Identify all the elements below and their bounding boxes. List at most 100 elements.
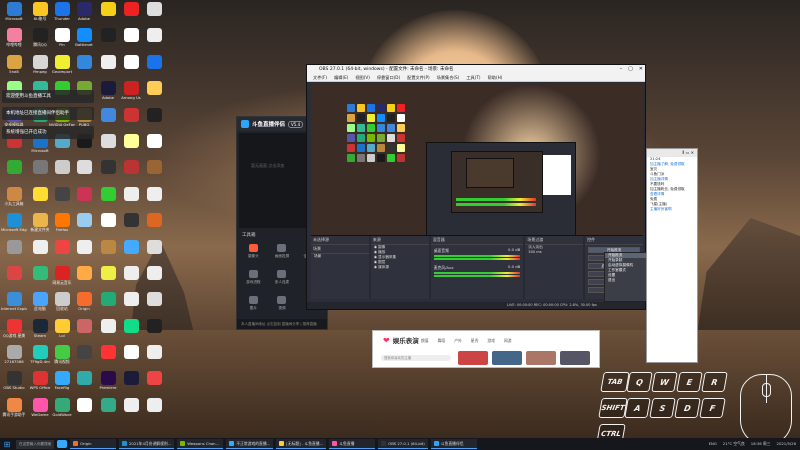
desktop-icon[interactable] [2, 265, 26, 291]
taskbar-app[interactable]: 2021年4月份讲解规则... [119, 439, 175, 449]
desktop-icon[interactable] [50, 160, 74, 185]
minimize-icon[interactable]: – [620, 65, 623, 74]
scene-item[interactable]: 场景 [311, 254, 369, 259]
desktop-icon[interactable] [119, 28, 143, 53]
close-icon[interactable]: ✕ [639, 65, 643, 74]
taskbar-app[interactable]: Weapons Chan... [177, 439, 224, 449]
taskbar-app[interactable]: Origin [70, 439, 116, 449]
taskbar-app[interactable]: 不正常游戏的直播... [226, 439, 274, 449]
desktop-icon[interactable] [72, 54, 96, 80]
menu-item[interactable]: 编辑(E) [334, 74, 348, 81]
desktop-icon[interactable] [72, 345, 96, 370]
notification-toast[interactable]: 本机地址已连接直播间伴侣助手 [2, 107, 94, 120]
desktop-icon[interactable] [142, 292, 166, 317]
desktop-icon[interactable]: 6U账号 [28, 2, 52, 27]
notification-toast[interactable]: 系统增强已开启成功 [2, 126, 94, 139]
desktop-icon[interactable] [142, 239, 166, 265]
menu-item[interactable]: 文件(F) [313, 74, 327, 81]
browser-window[interactable]: ❤ 娱乐表演 颜值 舞蹈 户外 星秀 游戏 网游 搜索你喜欢的主播 [372, 330, 600, 368]
eye-icon[interactable]: ◉ [374, 250, 377, 254]
desktop-icon[interactable]: Origin [72, 292, 96, 317]
stream-thumbnail[interactable] [560, 351, 590, 365]
desktop-icon[interactable]: 哔哩哔哩 [2, 28, 26, 53]
eye-icon[interactable]: ◉ [374, 265, 377, 269]
desktop-icon[interactable]: 此电脑 [28, 292, 52, 317]
desktop-icon[interactable] [142, 81, 166, 106]
desktop-icon[interactable] [119, 292, 143, 317]
desktop-icon[interactable] [72, 265, 96, 291]
desktop-icon[interactable] [96, 28, 120, 53]
tool-button[interactable]: 视频 [270, 296, 295, 318]
desktop-icon[interactable]: Steam [28, 318, 52, 344]
site-search-input[interactable]: 搜索你喜欢的主播 [381, 355, 451, 361]
desktop-icon[interactable] [2, 239, 26, 265]
desktop-icon[interactable]: 27167586 [2, 345, 26, 370]
desktop-icon[interactable]: Pin [50, 28, 74, 53]
menu-item[interactable]: 配置文件(P) [407, 74, 430, 81]
desktop-icon[interactable] [96, 186, 120, 212]
desktop-icon[interactable]: 小丸工具箱 [2, 186, 26, 212]
menu-item[interactable]: 场景集合(S) [437, 74, 460, 81]
desktop-icon[interactable] [142, 186, 166, 212]
desktop-icon[interactable] [142, 160, 166, 185]
desktop-icon[interactable] [72, 213, 96, 238]
desktop-icon[interactable] [142, 107, 166, 133]
taskbar-app[interactable]: [无标题] - 斗鱼直播... [276, 439, 327, 449]
obs-titlebar[interactable]: OBS 27.0.1 (64-bit, windows) - 配置文件: 未命名… [307, 65, 645, 74]
desktop-icon[interactable] [119, 397, 143, 423]
desktop-icon[interactable] [72, 186, 96, 212]
stream-thumbnail[interactable] [458, 351, 488, 365]
tool-button[interactable]: 摄像头 [241, 244, 266, 266]
desktop-icon[interactable] [72, 160, 96, 185]
desktop-icon[interactable]: Premiere [96, 371, 120, 396]
menu-item[interactable]: 帮助(H) [488, 74, 503, 81]
tray-item[interactable]: 18:36 周三 [751, 441, 771, 447]
desktop-icon[interactable] [72, 371, 96, 396]
desktop-icon[interactable] [142, 397, 166, 423]
site-nav-link[interactable]: 舞蹈 [438, 338, 446, 344]
desktop-icon[interactable] [142, 28, 166, 53]
site-nav-link[interactable]: 网游 [504, 338, 512, 344]
desktop-icon[interactable]: Geoimport [50, 54, 74, 80]
desktop-icon[interactable]: 腾讯QQ [28, 28, 52, 53]
desktop-icon[interactable] [142, 133, 166, 159]
stream-thumbnail[interactable] [526, 351, 556, 365]
desktop-icon[interactable] [96, 318, 120, 344]
desktop-icon[interactable] [28, 186, 52, 212]
live-client-footer[interactable]: 本人直播间地址 点击复制 直播间分享 | 推荐直播 [237, 319, 327, 329]
notification-toast[interactable]: 欢迎使用斗鱼直播工具 [2, 90, 94, 103]
chat-titlebar[interactable]: Ⅱ ▭ ✕ [647, 149, 697, 157]
desktop-icon[interactable] [96, 133, 120, 159]
desktop-icon[interactable]: Thunder [50, 2, 74, 27]
tool-button[interactable]: 图片 [241, 296, 266, 318]
desktop-icon[interactable]: WeGame [28, 397, 52, 423]
desktop-icon[interactable] [142, 265, 166, 291]
eye-icon[interactable]: ◉ [374, 255, 377, 259]
desktop-icon[interactable] [2, 160, 26, 185]
desktop-icon[interactable] [119, 371, 143, 396]
desktop-icon[interactable]: FaceRig [50, 371, 74, 396]
desktop-icon[interactable] [96, 239, 120, 265]
eye-icon[interactable]: ◉ [374, 260, 377, 264]
mixer-row[interactable]: 桌面音频 0.0 dB [431, 245, 524, 262]
desktop-icon[interactable] [96, 397, 120, 423]
desktop-icon[interactable] [142, 318, 166, 344]
desktop-icon[interactable]: Microsoft [2, 2, 26, 27]
desktop-icon[interactable] [28, 265, 52, 291]
taskbar-app[interactable]: OBS 27.0.1 (64-bit) [378, 439, 428, 449]
desktop-icon[interactable] [96, 160, 120, 185]
windows-start-icon[interactable]: ⊞ [0, 438, 14, 450]
desktop-icon[interactable] [96, 2, 120, 27]
taskbar-search-input[interactable]: 在这里输入你要搜索的内容 [16, 439, 54, 449]
desktop-icon[interactable]: 回收站 [50, 292, 74, 317]
site-nav-link[interactable]: 星秀 [471, 338, 479, 344]
chat-window[interactable]: Ⅱ ▭ ✕ 21:24 加主播了解, 免费领取 宝贝 斗鱼门派 加主播详情 不要钱吗 加主播… [646, 148, 698, 363]
desktop-icon[interactable] [119, 186, 143, 212]
desktop-icon[interactable] [119, 265, 143, 291]
desktop-icon[interactable] [72, 397, 96, 423]
menu-item[interactable]: 停靠窗口(D) [377, 74, 400, 81]
desktop-icon[interactable] [142, 213, 166, 238]
desktop-icon[interactable] [119, 239, 143, 265]
obs-window[interactable]: OBS 27.0.1 (64-bit, windows) - 配置文件: 未命名… [306, 64, 646, 310]
maximize-icon[interactable]: ▢ [628, 65, 633, 74]
